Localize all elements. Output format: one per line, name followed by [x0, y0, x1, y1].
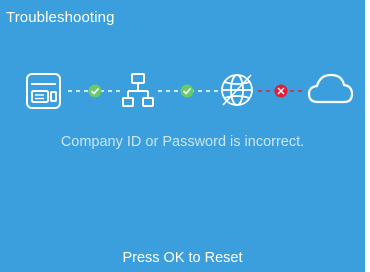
status-ok-icon [180, 84, 194, 98]
link-device-network [68, 84, 122, 98]
link-network-globe [158, 84, 218, 98]
error-message: Company ID or Password is incorrect. [60, 134, 305, 150]
reset-instruction: Press OK to Reset [122, 250, 243, 266]
link-globe-cloud [258, 84, 306, 98]
device-icon [26, 73, 61, 109]
globe-icon [221, 74, 253, 106]
troubleshooting-screen: Troubleshooting Company ID or Password i… [0, 0, 365, 272]
connection-chain [26, 73, 354, 109]
status-ok-icon [88, 84, 102, 98]
cloud-icon [307, 73, 354, 104]
network-icon [122, 73, 154, 107]
screen-title: Troubleshooting [6, 9, 115, 26]
